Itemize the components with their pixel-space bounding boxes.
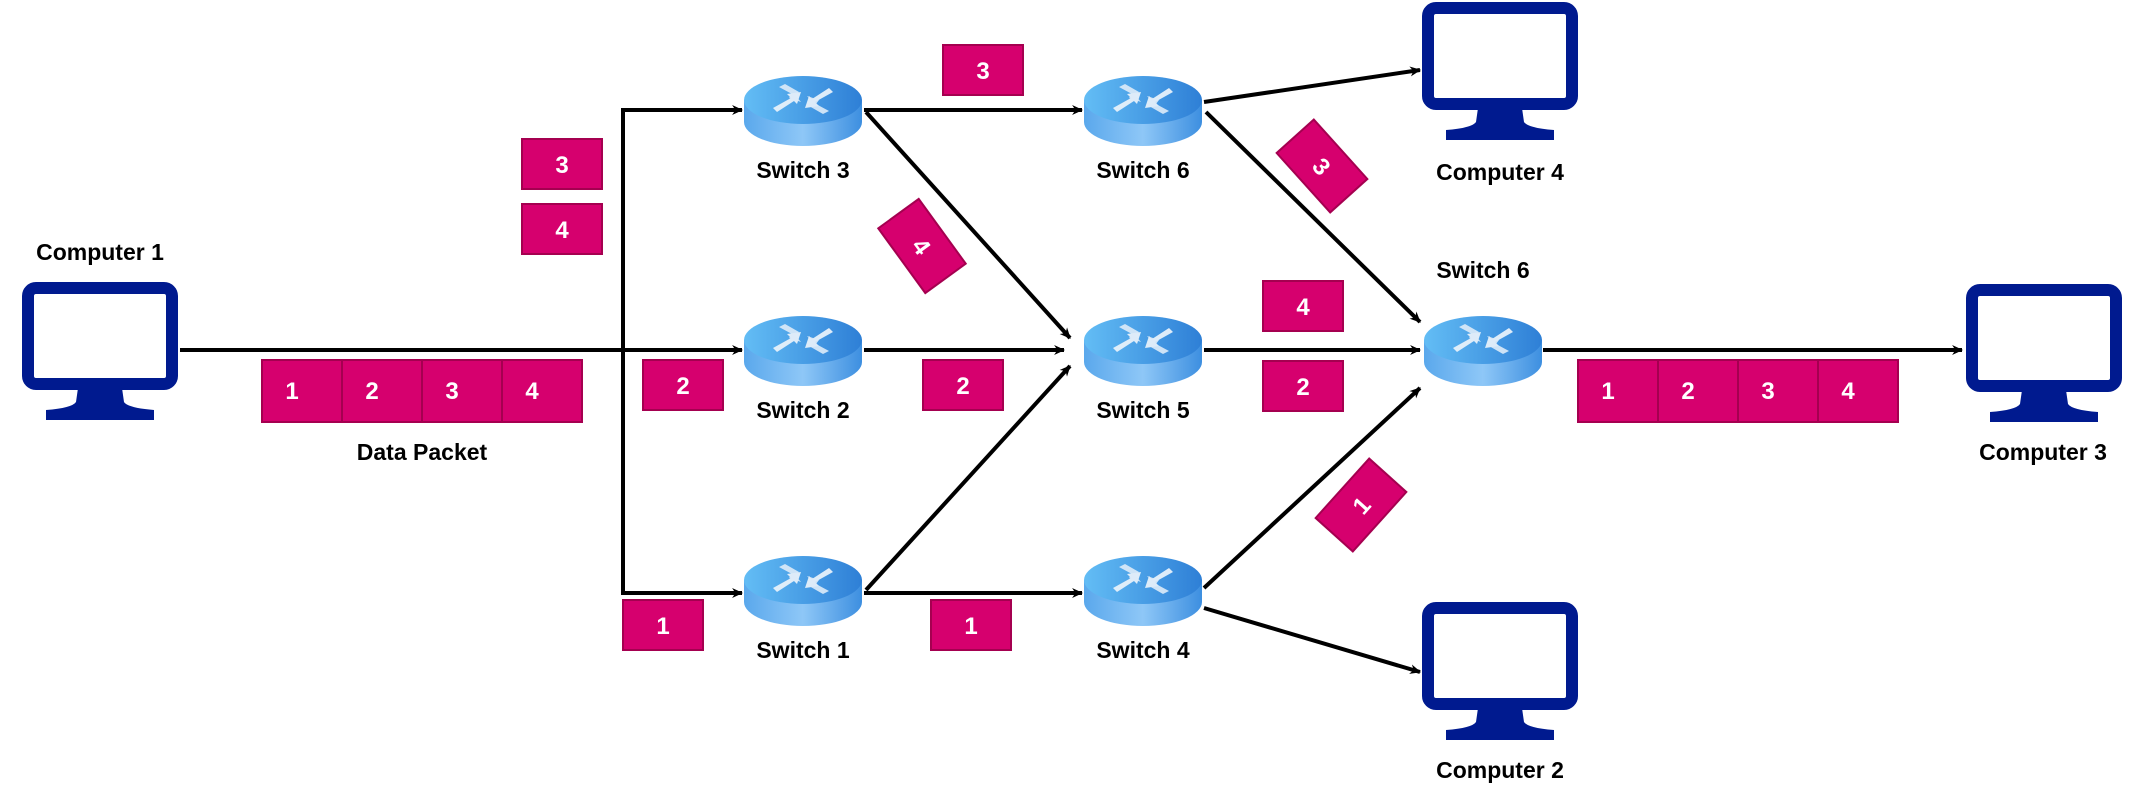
svg-text:3: 3 xyxy=(555,152,568,179)
switch-5-label: Switch 5 xyxy=(1096,397,1190,423)
svg-text:1: 1 xyxy=(964,613,977,640)
network-diagram: Computer 1 Computer 4 Computer 2 Compute… xyxy=(0,0,2142,783)
svg-text:2: 2 xyxy=(1296,374,1309,401)
data-packet-label: Data Packet xyxy=(357,439,488,465)
svg-text:1: 1 xyxy=(285,378,298,405)
packet-segment: 1 xyxy=(1577,359,1659,423)
svg-text:4: 4 xyxy=(1841,378,1855,405)
computer-3-label: Computer 3 xyxy=(1979,439,2107,465)
svg-text:1: 1 xyxy=(1601,378,1614,405)
packet-s5-to-s6r-2: 2 xyxy=(1262,360,1344,412)
svg-text:2: 2 xyxy=(956,373,969,400)
svg-text:4: 4 xyxy=(525,378,539,405)
packet-s3-to-s6: 3 xyxy=(942,44,1024,96)
svg-text:4: 4 xyxy=(555,217,569,244)
packet-s6-to-s6r: 3 xyxy=(1275,118,1369,214)
packet-branch-top-4: 4 xyxy=(521,203,603,255)
edge-switch6-computer4 xyxy=(1203,66,1422,104)
packet-s5-to-s6r-4: 4 xyxy=(1262,280,1344,332)
computer-4-label: Computer 4 xyxy=(1436,159,1564,185)
switch-icon xyxy=(1084,316,1202,386)
computer-2[interactable]: Computer 2 xyxy=(1428,608,1572,783)
computer-2-label: Computer 2 xyxy=(1436,757,1564,783)
computer-3[interactable]: Computer 3 xyxy=(1972,290,2116,465)
packet-segment: 2 xyxy=(1657,359,1739,423)
switch-icon xyxy=(744,556,862,626)
switch-1-label: Switch 1 xyxy=(756,637,850,663)
edge-switch4-computer2 xyxy=(1203,606,1422,674)
packet-segment: 2 xyxy=(341,359,423,423)
computer-1[interactable]: Computer 1 xyxy=(28,239,172,420)
switch-4[interactable]: Switch 4 xyxy=(1084,556,1202,663)
computer-1-label: Computer 1 xyxy=(36,239,164,265)
switch-2[interactable]: Switch 2 xyxy=(744,316,862,423)
switch-3-label: Switch 3 xyxy=(756,157,849,183)
switch-3[interactable]: Switch 3 xyxy=(744,76,862,183)
switch-6-top[interactable]: Switch 6 xyxy=(1084,76,1202,183)
svg-text:1: 1 xyxy=(656,613,669,640)
packet-to-switch1: 1 xyxy=(622,599,704,651)
switch-5[interactable]: Switch 5 xyxy=(1084,316,1202,423)
svg-text:2: 2 xyxy=(676,373,689,400)
packet-segment: 3 xyxy=(421,359,503,423)
received-packet: 1 2 3 4 xyxy=(1577,359,1899,423)
packet-segment: 4 xyxy=(1817,359,1899,423)
switch-icon xyxy=(744,76,862,146)
packet-segment: 3 xyxy=(1737,359,1819,423)
packet-s2-to-s5: 2 xyxy=(922,359,1004,411)
switch-icon xyxy=(1084,76,1202,146)
switch-icon xyxy=(1084,556,1202,626)
svg-text:3: 3 xyxy=(445,378,458,405)
svg-text:3: 3 xyxy=(1761,378,1774,405)
switch-icon xyxy=(744,316,862,386)
svg-text:2: 2 xyxy=(1681,378,1694,405)
svg-text:2: 2 xyxy=(365,378,378,405)
packet-to-switch2: 2 xyxy=(642,359,724,411)
switch-6-right[interactable]: Switch 6 xyxy=(1424,257,1542,386)
computer-icon xyxy=(1428,608,1572,740)
switch-6-top-label: Switch 6 xyxy=(1096,157,1189,183)
computer-4[interactable]: Computer 4 xyxy=(1428,8,1572,185)
computer-icon xyxy=(1428,8,1572,140)
switch-2-label: Switch 2 xyxy=(756,397,849,423)
packet-segment: 1 xyxy=(261,359,343,423)
packet-segment: 4 xyxy=(501,359,583,423)
switch-4-label: Switch 4 xyxy=(1096,637,1190,663)
packet-branch-top-3: 3 xyxy=(521,138,603,190)
packet-s1-to-s4: 1 xyxy=(930,599,1012,651)
data-packet: 1 2 3 4 Data Packet xyxy=(261,359,583,465)
switch-icon xyxy=(1424,316,1542,386)
svg-text:3: 3 xyxy=(976,58,989,85)
packet-s3-to-s5: 4 xyxy=(876,197,968,295)
computer-icon xyxy=(28,288,172,420)
computer-icon xyxy=(1972,290,2116,422)
switch-6-right-label: Switch 6 xyxy=(1436,257,1529,283)
edge-branch-switch3 xyxy=(621,105,744,350)
switch-1[interactable]: Switch 1 xyxy=(744,556,862,663)
svg-text:4: 4 xyxy=(1296,294,1310,321)
